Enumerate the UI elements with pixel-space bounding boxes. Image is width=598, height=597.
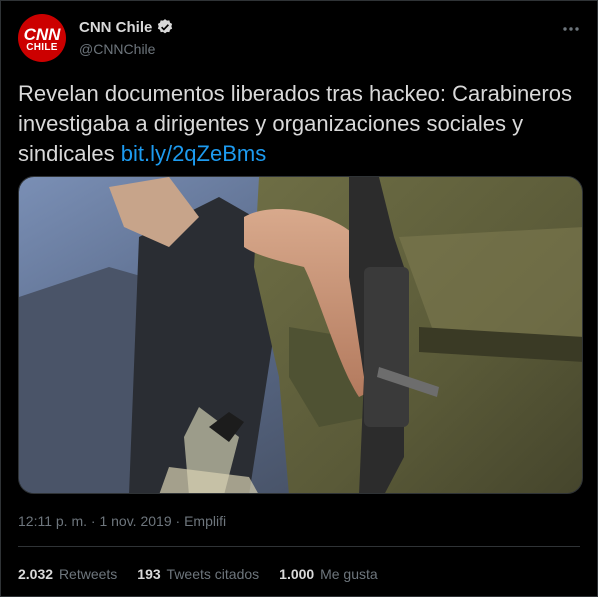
tweet-body: Revelan documentos liberados tras hackeo…	[18, 81, 572, 166]
tweet-date[interactable]: 1 nov. 2019	[99, 513, 171, 529]
likes-label: Me gusta	[320, 566, 378, 582]
name-row: CNN Chile	[79, 18, 174, 36]
retweets-label: Retweets	[58, 566, 118, 582]
tweet-photo[interactable]	[18, 176, 583, 494]
tweet-link[interactable]: bit.ly/2qZeBms	[121, 141, 267, 166]
likes-count: 1.000	[279, 566, 315, 582]
avatar[interactable]: CNN CHILE	[18, 14, 66, 62]
avatar-sub-label: CHILE	[26, 42, 58, 53]
divider	[18, 546, 580, 547]
tweet-text: Revelan documentos liberados tras hackeo…	[18, 79, 583, 169]
display-name[interactable]: CNN Chile	[79, 19, 152, 36]
cnn-logo-icon: CNN	[24, 25, 62, 44]
tweet-source[interactable]: Emplifi	[184, 513, 226, 529]
tweet-metadata: 12:11 p. m. · 1 nov. 2019 · Emplifi	[18, 513, 226, 529]
verified-badge-icon	[158, 19, 173, 34]
tweet-time[interactable]: 12:11 p. m.	[18, 513, 87, 529]
meta-separator: ·	[87, 513, 100, 529]
account-handle[interactable]: @CNNChile	[79, 41, 155, 57]
engagement-stats: 2.032 Retweets 193 Tweets citados 1.000 …	[18, 566, 378, 582]
quote-tweets-label: Tweets citados	[166, 566, 260, 582]
more-options-icon[interactable]	[561, 19, 581, 39]
quote-tweets-count: 193	[137, 566, 161, 582]
tweet-card: CNN CHILE CNN Chile @CNNChile Revelan do…	[0, 0, 598, 597]
likes-stat[interactable]: 1.000 Me gusta	[279, 566, 378, 582]
retweets-count: 2.032	[18, 566, 54, 582]
retweets-stat[interactable]: 2.032 Retweets	[18, 566, 117, 582]
meta-separator-2: ·	[171, 513, 185, 529]
quote-tweets-stat[interactable]: 193 Tweets citados	[137, 566, 259, 582]
photo-image	[19, 177, 582, 493]
